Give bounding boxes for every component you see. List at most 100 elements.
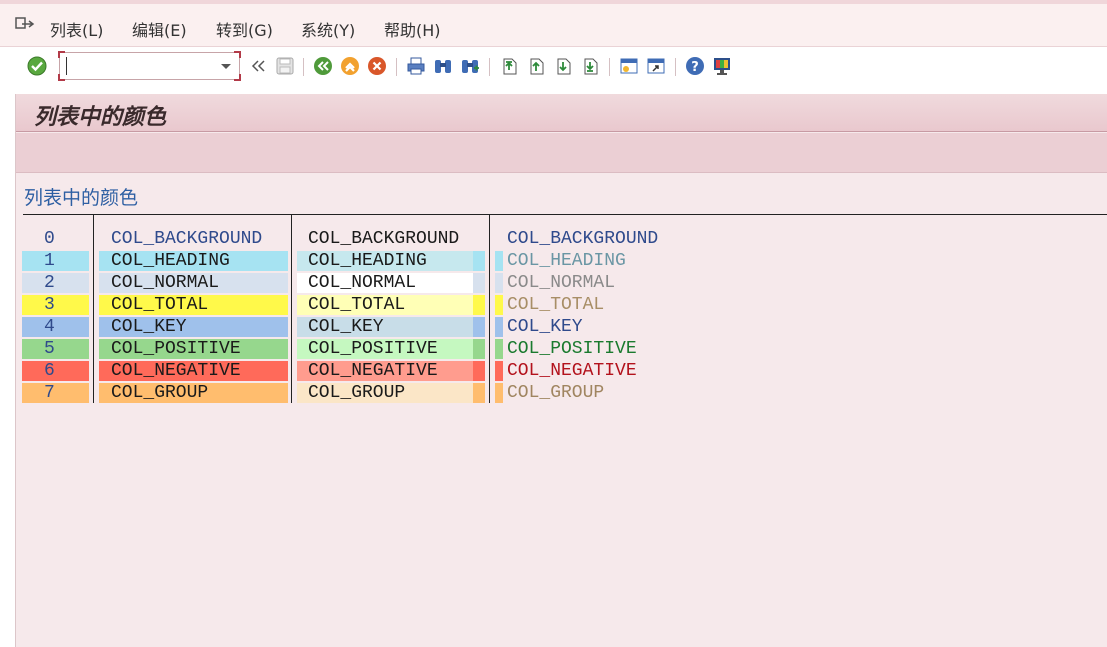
color-name-inverse-text: COL_NEGATIVE bbox=[507, 361, 637, 381]
menu-help[interactable]: 帮助(H) bbox=[384, 17, 441, 41]
color-number-text: 6 bbox=[44, 361, 55, 381]
color-name-normal-text: COL_NEGATIVE bbox=[308, 361, 438, 381]
focus-corner bbox=[234, 51, 241, 58]
color-name-normal-text: COL_BACKGROUND bbox=[308, 229, 460, 249]
color-number-text: 3 bbox=[44, 295, 55, 315]
normal-edge-swatch bbox=[473, 361, 485, 381]
color-name-intensified: COL_HEADING bbox=[99, 251, 288, 271]
color-name-inverse: COL_POSITIVE bbox=[507, 339, 707, 359]
normal-edge-swatch bbox=[473, 383, 485, 403]
color-name-inverse-text: COL_GROUP bbox=[507, 383, 605, 403]
column-separator bbox=[489, 215, 490, 403]
command-input[interactable] bbox=[64, 56, 218, 78]
column-separator bbox=[291, 215, 292, 403]
toolbar-separator bbox=[303, 58, 304, 76]
last-page-icon[interactable] bbox=[580, 56, 600, 76]
color-name-inverse: COL_HEADING bbox=[507, 251, 707, 271]
color-name-intensified-text: COL_NEGATIVE bbox=[111, 361, 241, 381]
color-name-inverse: COL_NEGATIVE bbox=[507, 361, 707, 381]
normal-edge-swatch bbox=[473, 295, 485, 315]
color-name-intensified: COL_NORMAL bbox=[99, 273, 288, 293]
first-page-icon[interactable] bbox=[499, 56, 519, 76]
color-name-normal-text: COL_HEADING bbox=[308, 251, 427, 271]
svg-text:?: ? bbox=[691, 60, 699, 75]
color-number-text: 7 bbox=[44, 383, 55, 403]
color-name-intensified-text: COL_POSITIVE bbox=[111, 339, 241, 359]
command-field-dropdown-icon[interactable] bbox=[221, 64, 231, 69]
color-name-normal-text: COL_KEY bbox=[308, 317, 384, 337]
color-number-text: 5 bbox=[44, 339, 55, 359]
back-icon[interactable] bbox=[313, 56, 333, 76]
column-separator bbox=[93, 215, 94, 403]
color-number: 0 bbox=[22, 229, 89, 249]
color-number-text: 0 bbox=[44, 229, 55, 249]
color-name-inverse-text: COL_TOTAL bbox=[507, 295, 605, 315]
exit-icon[interactable] bbox=[340, 56, 360, 76]
list-heading: 列表中的颜色 bbox=[24, 187, 139, 209]
standard-toolbar: ? bbox=[0, 46, 1107, 86]
color-number: 3 bbox=[22, 295, 89, 315]
color-name-intensified-text: COL_KEY bbox=[111, 317, 187, 337]
color-name-normal-text: COL_NORMAL bbox=[308, 273, 417, 293]
next-page-icon[interactable] bbox=[553, 56, 573, 76]
inverse-edge-swatch bbox=[495, 361, 503, 381]
color-name-normal-text: COL_GROUP bbox=[308, 383, 406, 403]
shortcut-icon[interactable] bbox=[646, 56, 666, 76]
color-name-inverse: COL_GROUP bbox=[507, 383, 707, 403]
normal-edge-swatch bbox=[473, 273, 485, 293]
inverse-edge-swatch bbox=[495, 339, 503, 359]
color-name-intensified-text: COL_NORMAL bbox=[111, 273, 220, 293]
save-icon[interactable] bbox=[275, 56, 295, 76]
toolbar-separator bbox=[396, 58, 397, 76]
color-name-inverse: COL_KEY bbox=[507, 317, 707, 337]
inverse-edge-swatch bbox=[495, 251, 503, 271]
find-next-icon[interactable] bbox=[460, 56, 480, 76]
normal-edge-swatch bbox=[473, 339, 485, 359]
previous-page-icon[interactable] bbox=[526, 56, 546, 76]
focus-corner bbox=[58, 51, 65, 58]
help-icon[interactable]: ? bbox=[685, 56, 705, 76]
menu-bar: 列表(L) 编辑(E) 转到(G) 系统(Y) 帮助(H) bbox=[0, 0, 1107, 46]
collapse-icon[interactable] bbox=[248, 56, 268, 76]
menu-goto[interactable]: 转到(G) bbox=[216, 17, 273, 41]
title-bar: 列表中的颜色 bbox=[16, 94, 1107, 132]
cancel-icon[interactable] bbox=[367, 56, 387, 76]
color-name-normal: COL_BACKGROUND bbox=[297, 229, 485, 249]
toolbar-separator bbox=[489, 58, 490, 76]
color-name-intensified: COL_GROUP bbox=[99, 383, 288, 403]
color-number-text: 2 bbox=[44, 273, 55, 293]
menu-system[interactable]: 系统(Y) bbox=[301, 17, 355, 41]
print-icon[interactable] bbox=[406, 56, 426, 76]
color-name-intensified: COL_POSITIVE bbox=[99, 339, 288, 359]
find-icon[interactable] bbox=[433, 56, 453, 76]
enter-icon[interactable] bbox=[27, 56, 47, 76]
color-number: 1 bbox=[22, 251, 89, 271]
menu-edit[interactable]: 编辑(E) bbox=[132, 17, 187, 41]
inverse-edge-swatch bbox=[495, 383, 503, 403]
application-toolbar bbox=[16, 133, 1107, 173]
list-divider bbox=[23, 214, 1107, 215]
color-name-normal: COL_POSITIVE bbox=[297, 339, 485, 359]
inverse-edge-swatch bbox=[495, 317, 503, 337]
color-number-text: 4 bbox=[44, 317, 55, 337]
command-field[interactable] bbox=[58, 51, 241, 81]
color-name-normal: COL_KEY bbox=[297, 317, 485, 337]
color-name-normal: COL_GROUP bbox=[297, 383, 485, 403]
color-number: 6 bbox=[22, 361, 89, 381]
create-session-icon[interactable] bbox=[619, 56, 639, 76]
menu-list[interactable]: 列表(L) bbox=[50, 17, 103, 41]
menu-exit-icon[interactable] bbox=[15, 16, 35, 32]
color-number: 4 bbox=[22, 317, 89, 337]
color-name-intensified-text: COL_GROUP bbox=[111, 383, 209, 403]
focus-corner bbox=[58, 74, 65, 81]
color-name-normal: COL_NEGATIVE bbox=[297, 361, 485, 381]
screen-title: 列表中的颜色 bbox=[34, 105, 167, 130]
color-name-inverse-text: COL_BACKGROUND bbox=[507, 229, 659, 249]
normal-edge-swatch bbox=[473, 251, 485, 271]
customize-layout-icon[interactable] bbox=[712, 56, 732, 76]
color-name-normal: COL_TOTAL bbox=[297, 295, 485, 315]
color-name-inverse-text: COL_POSITIVE bbox=[507, 339, 637, 359]
color-name-intensified-text: COL_TOTAL bbox=[111, 295, 209, 315]
color-name-inverse: COL_BACKGROUND bbox=[507, 229, 707, 249]
color-number-text: 1 bbox=[44, 251, 55, 271]
